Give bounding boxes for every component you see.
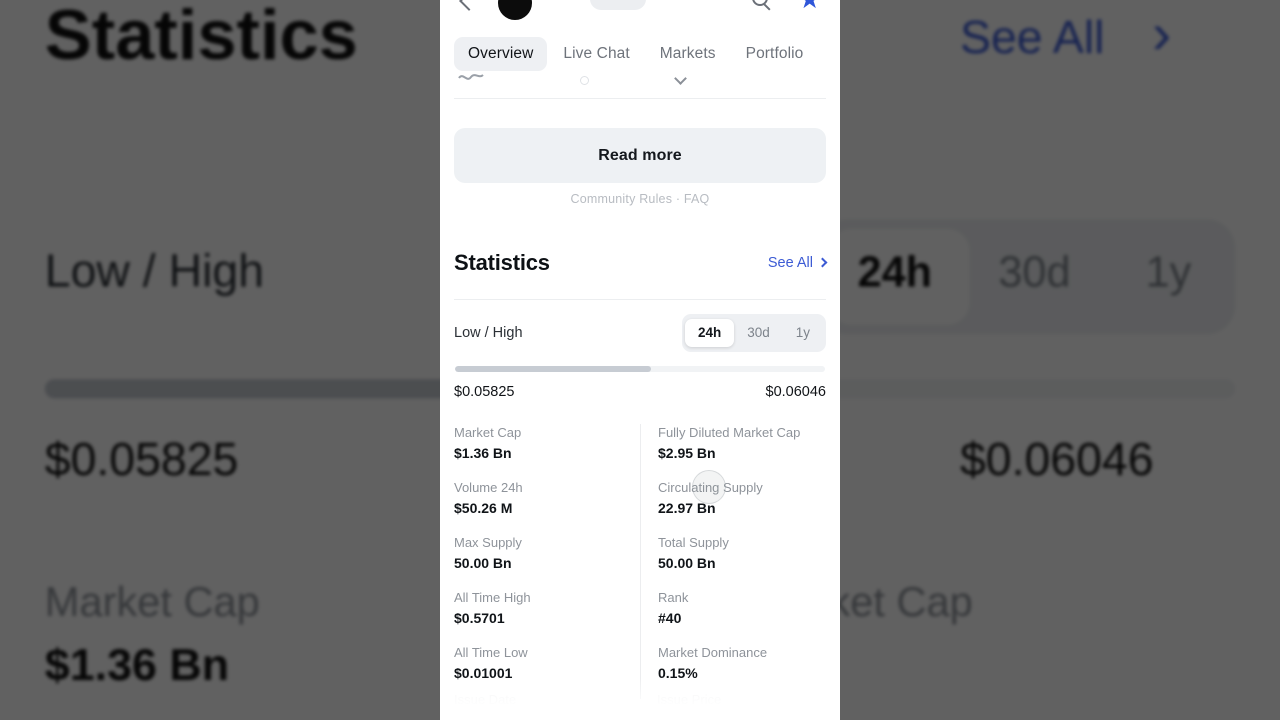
stat-market-cap: Market Cap $1.36 Bn <box>454 424 640 479</box>
divider-bottom-right <box>662 713 812 714</box>
stat-max-supply: Max Supply 50.00 Bn <box>454 534 640 589</box>
range-30d[interactable]: 30d <box>734 319 783 347</box>
community-rules-faq-links[interactable]: Community Rules · FAQ <box>440 192 840 206</box>
screen-root: Statistics See All › Low / High 24h 30d … <box>0 0 1280 720</box>
tab-live-chat[interactable]: Live Chat <box>549 37 643 71</box>
see-all-label: See All <box>767 255 813 271</box>
divider-bottom-left <box>476 713 626 714</box>
low-high-row: Low / High 24h 30d 1y <box>454 313 826 353</box>
stat-key: Total Supply <box>658 535 729 550</box>
star-icon[interactable]: ★ <box>798 0 824 12</box>
stat-market-dominance: Market Dominance 0.15% <box>658 644 826 699</box>
statistics-header: Statistics See All <box>454 246 828 280</box>
stat-all-time-low: All Time Low $0.01001 <box>454 644 640 699</box>
stat-value: $2.95 Bn <box>658 445 716 461</box>
header-price-pill[interactable] <box>590 0 646 10</box>
statistics-column-left: Market Cap $1.36 Bn Volume 24h $50.26 M … <box>454 424 640 699</box>
read-more-button[interactable]: Read more <box>454 128 826 183</box>
stat-key-partial: Issue Date <box>454 692 517 707</box>
see-all-link[interactable]: See All <box>767 255 828 271</box>
app-header: ★ <box>440 0 840 20</box>
stat-all-time-high: All Time High $0.5701 <box>454 589 640 644</box>
stat-volume-24h: Volume 24h $50.26 M <box>454 479 640 534</box>
divider-top <box>454 98 826 99</box>
chevron-right-icon <box>817 257 828 268</box>
stat-value: $50.26 M <box>454 500 513 516</box>
stat-key: Rank <box>658 590 689 605</box>
stat-value: $0.01001 <box>454 665 513 681</box>
stat-key: All Time High <box>454 590 531 605</box>
stat-key: Max Supply <box>454 535 522 550</box>
high-value: $0.06046 <box>765 384 826 400</box>
stat-key: Volume 24h <box>454 480 523 495</box>
statistics-grid: Market Cap $1.36 Bn Volume 24h $50.26 M … <box>454 424 826 699</box>
stat-total-supply: Total Supply 50.00 Bn <box>658 534 826 589</box>
stat-value: 22.97 Bn <box>658 500 716 516</box>
touch-indicator <box>692 470 726 504</box>
low-high-label: Low / High <box>454 325 523 341</box>
tab-markets[interactable]: Markets <box>646 37 730 71</box>
stat-value: #40 <box>658 610 682 626</box>
stat-key: Circulating Supply <box>658 480 763 495</box>
statistics-title: Statistics <box>454 250 550 275</box>
range-1y[interactable]: 1y <box>783 319 823 347</box>
stat-value: $0.5701 <box>454 610 505 626</box>
coin-logo-icon <box>498 0 532 20</box>
search-icon[interactable] <box>752 0 768 6</box>
back-arrow-icon[interactable] <box>459 0 479 11</box>
stat-key-partial: Issue Price <box>657 692 722 707</box>
stat-key: All Time Low <box>454 645 528 660</box>
stat-value: $1.36 Bn <box>454 445 512 461</box>
low-high-range-bar-fill <box>455 366 652 372</box>
low-high-values: $0.05825 $0.06046 <box>454 384 826 400</box>
range-segmented-control: 24h 30d 1y <box>681 314 826 352</box>
stat-fully-diluted-market-cap: Fully Diluted Market Cap $2.95 Bn <box>658 424 826 479</box>
tab-overview[interactable]: Overview <box>454 37 548 71</box>
chevron-down-icon[interactable] <box>674 72 687 85</box>
low-high-range-bar <box>455 366 825 372</box>
low-value: $0.05825 <box>454 384 515 400</box>
stat-circulating-supply: Circulating Supply 22.97 Bn <box>658 479 826 534</box>
statistics-column-right: Fully Diluted Market Cap $2.95 Bn Circul… <box>640 424 826 699</box>
phone-panel: ★ Overview Live Chat Markets Portfolio R… <box>440 0 840 720</box>
range-24h[interactable]: 24h <box>684 319 735 347</box>
stat-key: Market Dominance <box>658 645 768 660</box>
stat-key: Market Cap <box>454 425 522 440</box>
stat-value: 0.15% <box>658 665 698 681</box>
stat-rank: Rank #40 <box>658 589 826 644</box>
stat-value: 50.00 Bn <box>454 555 512 571</box>
stat-value: 50.00 Bn <box>658 555 716 571</box>
partial-circle-icon <box>580 76 589 85</box>
divider-statistics <box>454 299 826 300</box>
sparkline-icon <box>458 74 484 80</box>
statistics-next-row-faint: Issue Date Issue Price <box>454 692 826 707</box>
stat-key: Fully Diluted Market Cap <box>658 425 801 440</box>
tab-bar: Overview Live Chat Markets Portfolio <box>440 32 840 76</box>
partial-row-above-divider <box>440 72 840 98</box>
tab-portfolio[interactable]: Portfolio <box>732 37 818 71</box>
